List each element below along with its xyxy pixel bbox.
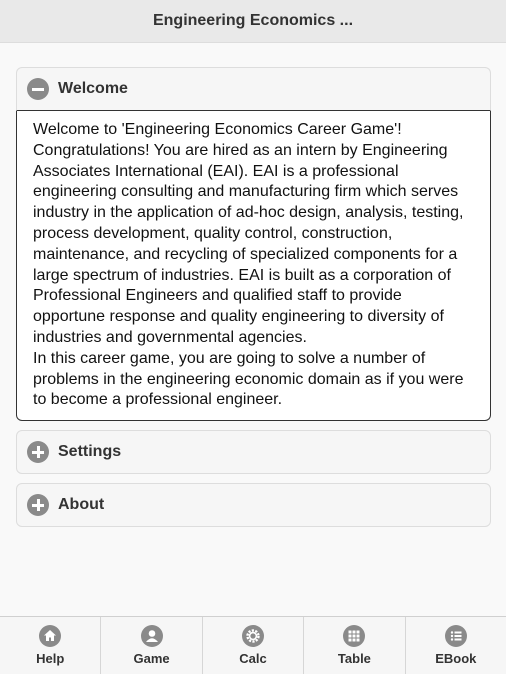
about-heading: About: [58, 496, 105, 514]
list-icon: [444, 625, 467, 647]
grid-icon: [343, 625, 366, 647]
nav-ebook-label: EBook: [435, 651, 477, 666]
home-icon: [39, 625, 62, 647]
settings-section: Settings: [16, 430, 491, 475]
about-toggle[interactable]: About: [16, 483, 491, 528]
settings-toggle[interactable]: Settings: [16, 430, 491, 475]
nav-ebook-button[interactable]: EBook: [406, 617, 506, 674]
plus-icon: [27, 441, 49, 464]
welcome-paragraph-game: In this career game, you are going to so…: [33, 349, 464, 409]
welcome-section: Welcome Welcome to 'Engineering Economic…: [16, 67, 491, 422]
plus-icon: [27, 494, 49, 517]
nav-game-button[interactable]: Game: [101, 617, 203, 674]
gear-icon: [242, 625, 265, 647]
user-icon: [140, 625, 163, 647]
settings-heading: Settings: [58, 443, 122, 461]
nav-table-button[interactable]: Table: [304, 617, 406, 674]
nav-help-button[interactable]: Help: [0, 617, 102, 674]
welcome-content: Welcome to 'Engineering Economics Career…: [16, 111, 491, 422]
minus-icon: [27, 78, 49, 100]
welcome-paragraph-intro: Welcome to 'Engineering Economics Career…: [33, 121, 464, 346]
about-section: About: [16, 483, 491, 528]
nav-calc-label: Calc: [239, 651, 267, 666]
nav-table-label: Table: [337, 651, 371, 666]
nav-game-label: Game: [133, 651, 170, 666]
bottom-navbar: Help Game Calc Table EBook: [0, 616, 506, 674]
nav-calc-button[interactable]: Calc: [203, 617, 305, 674]
nav-help-label: Help: [36, 651, 65, 666]
welcome-heading: Welcome: [58, 80, 128, 97]
collapsible-set: Welcome Welcome to 'Engineering Economic…: [16, 67, 491, 536]
page-title: Engineering Economics ...: [152, 12, 354, 29]
welcome-toggle[interactable]: Welcome: [16, 67, 491, 111]
app-header: Engineering Economics ...: [0, 0, 506, 43]
